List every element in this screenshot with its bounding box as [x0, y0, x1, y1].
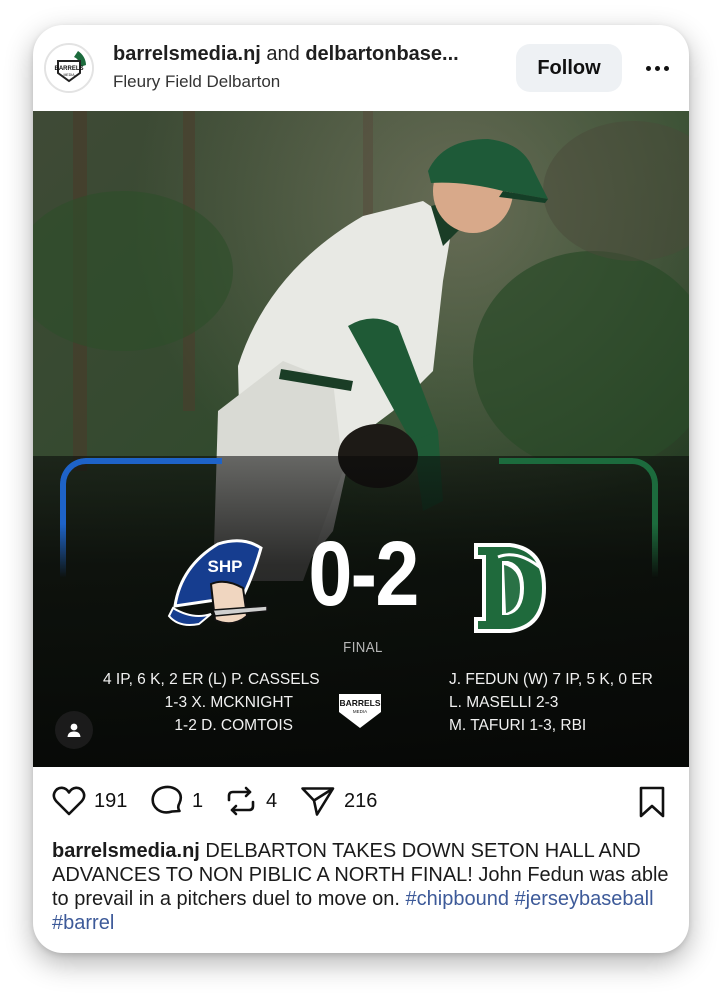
repost-icon	[227, 786, 255, 816]
post-card: BARRELS MEDIA barrelsmedia.nj and delbar…	[33, 25, 689, 953]
like-button[interactable]: 191	[52, 785, 127, 817]
stat-line: 1-3 X. MCKNIGHT	[164, 694, 293, 711]
comment-icon	[151, 785, 183, 814]
author-secondary-link[interactable]: delbartonbase...	[305, 43, 458, 65]
comment-button[interactable]: 1	[150, 785, 203, 817]
tagged-people-button[interactable]	[55, 711, 93, 749]
delbarton-stats: J. FEDUN (W) 7 IP, 5 K, 0 ER L. MASELLI …	[449, 668, 659, 737]
stat-line: M. TAFURI 1-3, RBI	[449, 717, 587, 734]
stat-line: 1-2 D. COMTOIS	[174, 717, 293, 734]
shp-logo-text: SHP	[208, 557, 243, 576]
bookmark-icon[interactable]	[637, 785, 667, 819]
delbarton-logo	[474, 543, 546, 633]
game-score: 0-2	[308, 523, 419, 625]
caption-username[interactable]: barrelsmedia.nj	[52, 840, 200, 862]
repost-count: 4	[266, 789, 278, 812]
post-header: BARRELS MEDIA barrelsmedia.nj and delbar…	[33, 25, 689, 111]
author-primary-link[interactable]: barrelsmedia.nj	[113, 43, 261, 65]
like-count: 191	[94, 789, 128, 812]
repost-button[interactable]: 4	[224, 785, 277, 817]
post-authors: barrelsmedia.nj and delbartonbase...	[113, 43, 459, 66]
hashtag-link[interactable]: #jerseybaseball	[515, 888, 654, 910]
avatar-logo-text: BARRELS	[54, 66, 83, 72]
game-status: FINAL	[343, 639, 383, 656]
share-icon	[301, 787, 335, 816]
avatar-logo-subtext: MEDIA	[63, 73, 75, 77]
seton-hall-stats: 4 IP, 6 K, 2 ER (L) P. CASSELS 1-3 X. MC…	[103, 668, 320, 737]
barrels-media-logo: BARRELS MEDIA	[339, 694, 381, 728]
person-icon	[67, 723, 81, 737]
location-link[interactable]: Fleury Field Delbarton	[113, 72, 280, 92]
share-count: 216	[344, 789, 378, 812]
heart-icon	[52, 786, 86, 816]
stat-line: J. FEDUN (W) 7 IP, 5 K, 0 ER	[449, 671, 653, 688]
share-button[interactable]: 216	[300, 785, 377, 817]
post-caption: barrelsmedia.nj DELBARTON TAKES DOWN SET…	[52, 839, 672, 935]
hashtag-link[interactable]: #barrel	[52, 912, 114, 934]
follow-button[interactable]: Follow	[516, 44, 622, 92]
stat-line: L. MASELLI 2-3	[449, 694, 559, 711]
comment-count: 1	[192, 789, 204, 812]
barrels-logo-subtext: MEDIA	[353, 709, 367, 714]
more-options-icon[interactable]	[640, 55, 674, 81]
account-avatar[interactable]: BARRELS MEDIA	[44, 43, 94, 93]
post-image[interactable]: SHP 0-2 FINAL 4 IP, 6 K, 2 ER (L) P. CAS…	[33, 111, 689, 767]
seton-hall-logo: SHP	[167, 539, 268, 626]
action-bar: 191 1 4 216	[33, 767, 689, 839]
stat-line: 4 IP, 6 K, 2 ER (L) P. CASSELS	[103, 671, 320, 688]
barrels-logo-text: BARRELS	[339, 698, 380, 708]
hashtag-link[interactable]: #chipbound	[406, 888, 509, 910]
collab-joiner: and	[266, 43, 300, 65]
